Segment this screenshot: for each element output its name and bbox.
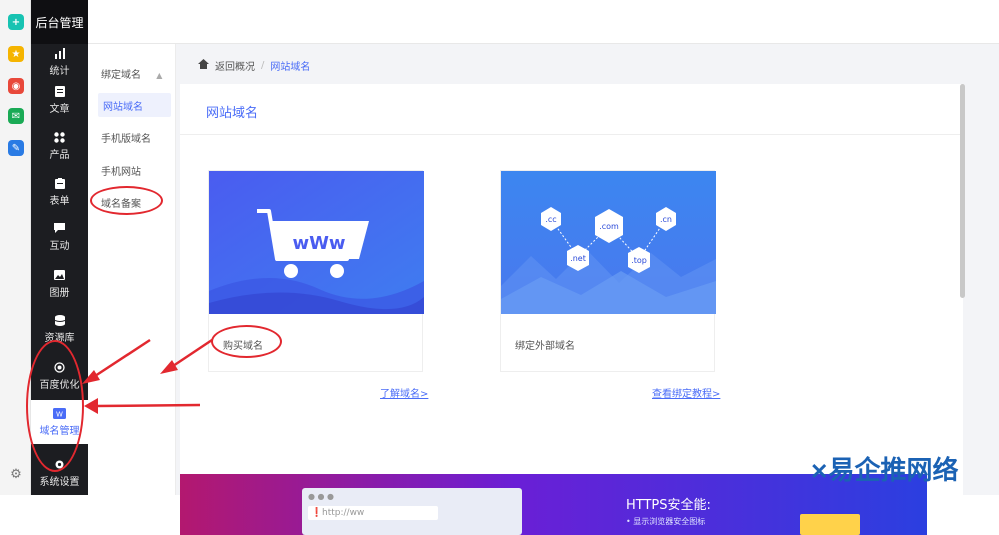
promo-bullet: • 显示浏览器安全图标 (626, 517, 706, 526)
browser-mock: ● ● ● ❗ http://ww (302, 488, 522, 535)
watermark-icon: ✕ (810, 459, 829, 485)
promo-heading: HTTPS安全能: (626, 498, 711, 513)
promo-button[interactable] (800, 514, 860, 535)
address-bar: ❗ http://ww (308, 506, 438, 520)
annotation-arrows (82, 338, 213, 414)
warning-icon: ❗ (311, 508, 323, 518)
watermark-logo: ✕易企推网络 (810, 456, 959, 486)
